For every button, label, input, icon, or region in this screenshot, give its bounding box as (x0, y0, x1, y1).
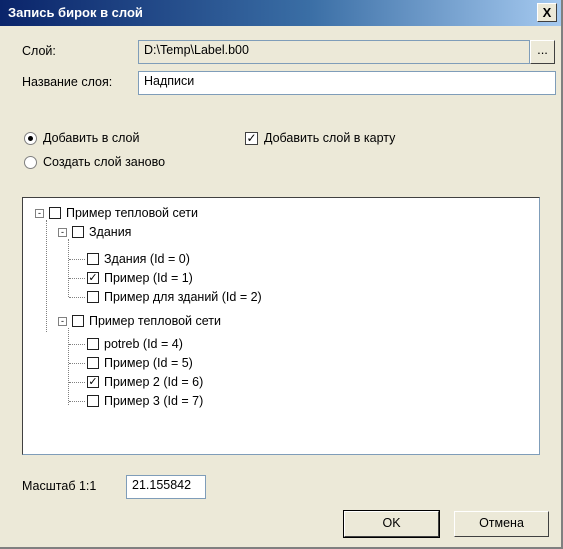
tree-node-label: Пример тепловой сети (89, 314, 221, 328)
tree-node-item[interactable]: Пример 3 (Id = 7) (87, 393, 203, 409)
layer-name-input[interactable]: Надписи (138, 71, 556, 95)
tree-node-label: Пример для зданий (Id = 2) (104, 290, 262, 304)
add-layer-to-map-checkbox[interactable]: ✓ (245, 131, 258, 145)
layer-path-field[interactable]: D:\Temp\Label.b00 (138, 40, 530, 64)
tree-connector (46, 220, 47, 332)
scale-label: Масштаб 1:1 (22, 479, 97, 493)
tree-node-checkbox[interactable] (87, 291, 99, 303)
tree-node-label: potreb (Id = 4) (104, 337, 183, 351)
tree-node-label: Пример 3 (Id = 7) (104, 394, 204, 408)
tree-node-checkbox[interactable] (72, 226, 84, 238)
collapse-icon[interactable]: - (35, 208, 44, 218)
tree-connector (69, 259, 85, 260)
add-to-layer-label: Добавить в слой (43, 131, 140, 145)
tree-connector (69, 297, 85, 298)
scale-input[interactable]: 21.155842 (126, 475, 206, 499)
add-to-layer-option[interactable]: Добавить в слой (24, 131, 139, 145)
tree-node-checkbox[interactable] (72, 315, 84, 327)
tree-node-item[interactable]: Пример (Id = 5) (87, 355, 193, 371)
browse-button[interactable]: ... (530, 40, 555, 64)
cancel-button[interactable]: Отмена (454, 511, 549, 537)
tree-node-checkbox[interactable] (87, 253, 99, 265)
tree-node-item[interactable]: ✓ Пример 2 (Id = 6) (87, 374, 203, 390)
tree-connector (69, 382, 85, 383)
tree-connector (69, 344, 85, 345)
layer-label: Слой: (22, 44, 56, 58)
tree-node-group[interactable]: - Здания (58, 224, 131, 240)
tree-node-item[interactable]: Пример для зданий (Id = 2) (87, 289, 262, 305)
tree-connector (69, 363, 85, 364)
recreate-layer-label: Создать слой заново (43, 155, 166, 169)
recreate-layer-option[interactable]: Создать слой заново (24, 155, 165, 169)
add-to-layer-radio[interactable] (24, 131, 37, 145)
tree-node-label: Пример (Id = 1) (104, 271, 193, 285)
tree-node-label: Пример тепловой сети (66, 206, 198, 220)
add-layer-to-map-option[interactable]: ✓ Добавить слой в карту (245, 131, 395, 145)
tree-node-label: Здания (89, 225, 132, 239)
ok-button[interactable]: OK (343, 510, 440, 538)
layer-tree[interactable]: - Пример тепловой сети - Здания Здания (… (22, 197, 540, 455)
tree-node-group[interactable]: - Пример тепловой сети (58, 313, 221, 329)
tree-connector (68, 239, 69, 297)
add-layer-to-map-label: Добавить слой в карту (264, 131, 396, 145)
tree-node-checkbox[interactable] (87, 357, 99, 369)
tree-node-root[interactable]: - Пример тепловой сети (35, 205, 198, 221)
tree-node-checkbox[interactable] (87, 338, 99, 350)
close-icon: X (542, 5, 552, 20)
tree-node-label: Пример 2 (Id = 6) (104, 375, 204, 389)
tree-node-item[interactable]: potreb (Id = 4) (87, 336, 183, 352)
tree-node-checkbox[interactable] (49, 207, 61, 219)
tree-connector (68, 328, 69, 405)
tree-node-checkbox[interactable]: ✓ (87, 376, 99, 388)
dialog-window: Запись бирок в слой X Слой: D:\Temp\Labe… (0, 0, 563, 549)
recreate-layer-radio[interactable] (24, 155, 37, 169)
close-button[interactable]: X (537, 3, 557, 22)
tree-node-checkbox[interactable] (87, 395, 99, 407)
tree-connector (69, 278, 85, 279)
tree-node-label: Здания (Id = 0) (104, 252, 190, 266)
tree-node-item[interactable]: ✓ Пример (Id = 1) (87, 270, 193, 286)
tree-node-checkbox[interactable]: ✓ (87, 272, 99, 284)
dialog-title: Запись бирок в слой (8, 5, 143, 20)
collapse-icon[interactable]: - (58, 316, 67, 326)
tree-node-label: Пример (Id = 5) (104, 356, 193, 370)
tree-node-item[interactable]: Здания (Id = 0) (87, 251, 190, 267)
layer-name-label: Название слоя: (22, 75, 113, 89)
tree-connector (69, 401, 85, 402)
collapse-icon[interactable]: - (58, 227, 67, 237)
title-bar[interactable]: Запись бирок в слой X (0, 0, 561, 26)
